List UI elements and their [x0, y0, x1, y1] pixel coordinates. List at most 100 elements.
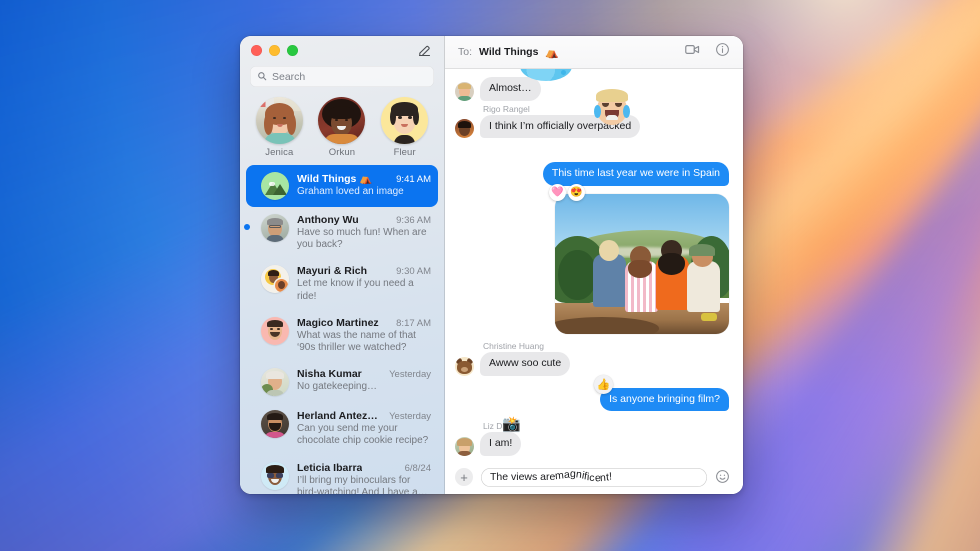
conversation-item-wild-things[interactable]: Wild Things ⛺ 9:41 AM Graham loved an im…: [246, 165, 438, 207]
message-input-effect-text: magnificent!: [554, 467, 613, 485]
camera-sticker-icon[interactable]: 📸: [502, 417, 521, 432]
conversation-top-line: Leticia Ibarra 6/8/24: [297, 462, 431, 474]
plus-icon[interactable]: +: [455, 468, 473, 486]
message-row: 🩷 😍: [455, 183, 729, 334]
avatar: [381, 97, 429, 144]
conversation-timestamp: 9:41 AM: [396, 174, 431, 185]
conversation-top-line: Wild Things ⛺ 9:41 AM: [297, 172, 431, 185]
message-input[interactable]: The views are magnificent!: [481, 468, 707, 487]
sidebar: Search Jenica Orkun Fleur Wild Things ⛺ …: [240, 36, 445, 494]
message-sender-group: Liz Dizon I am! 📸: [455, 417, 729, 456]
message-bubble[interactable]: Is anyone bringing film?: [600, 387, 729, 412]
tapback-reactions[interactable]: 🩷 😍: [549, 183, 585, 201]
avatar: [455, 436, 474, 456]
avatar: [255, 97, 303, 144]
search-icon: [257, 68, 267, 86]
tapback-heart[interactable]: 🩷: [549, 183, 566, 201]
conversation-top-line: Anthony Wu 9:36 AM: [297, 214, 431, 226]
conversation-item-nisha-kumar[interactable]: Nisha Kumar Yesterday No gatekeeping…: [246, 361, 438, 403]
tapback-thumbs-up[interactable]: 👍: [594, 374, 614, 394]
message-row: I think I’m officially overpacked: [455, 88, 729, 139]
avatar: [261, 368, 289, 397]
conversation-name: Herland Antezana: [297, 410, 384, 423]
conversation-name: Magico Martinez: [297, 316, 379, 329]
conversation-top-line: Nisha Kumar Yesterday: [297, 368, 431, 380]
message-bubble[interactable]: I am!: [480, 432, 522, 456]
info-circle-icon[interactable]: [715, 42, 730, 62]
recipient-name[interactable]: Wild Things: [479, 46, 538, 58]
avatar: [261, 410, 289, 439]
maximize-button[interactable]: [287, 44, 298, 56]
pinned-contact-jenica[interactable]: Jenica: [252, 97, 307, 158]
avatar: [261, 172, 289, 200]
conversation-body: Anthony Wu 9:36 AM Have so much fun! Whe…: [297, 214, 431, 251]
pinned-contact-orkun[interactable]: Orkun: [314, 97, 369, 158]
avatar: [318, 97, 366, 144]
search-container: Search: [240, 64, 444, 95]
conversation-preview: No gatekeeping…: [297, 381, 378, 393]
message-row: Awww soo cute: [455, 351, 729, 376]
photo-thumbnail[interactable]: [555, 193, 729, 334]
camping-tent-icon: ⛺: [359, 173, 373, 185]
pinned-contacts: Jenica Orkun Fleur: [240, 95, 444, 165]
search-placeholder: Search: [272, 70, 306, 83]
conversation-top-line: Mayuri & Rich 9:30 AM: [297, 265, 431, 277]
conversation-body: Mayuri & Rich 9:30 AM Let me know if you…: [297, 265, 431, 302]
conversation-item-mayuri-rich[interactable]: Mayuri & Rich 9:30 AM Let me know if you…: [246, 258, 438, 309]
smiley-face-icon[interactable]: [715, 469, 731, 485]
conversation-body: Leticia Ibarra 6/8/24 I’ll bring my bino…: [297, 462, 431, 495]
to-label: To:: [458, 46, 473, 58]
tapback-reactions[interactable]: 👍: [594, 374, 614, 394]
conversation-preview: Let me know if you need a ride!: [297, 278, 414, 302]
message-row: I am! 📸: [455, 417, 729, 456]
pinned-contact-label: Fleur: [393, 147, 416, 158]
message-sender-group: Christine Huang Awww soo cute: [455, 341, 729, 376]
conversation-item-magico-martinez[interactable]: Magico Martinez 8:17 AM What was the nam…: [246, 310, 438, 361]
compose-icon[interactable]: [415, 41, 433, 59]
pinned-contact-fleur[interactable]: Fleur: [377, 97, 432, 158]
tapback-heart-eyes[interactable]: 😍: [568, 183, 585, 201]
traffic-lights: [251, 44, 298, 56]
pinned-contact-label: Orkun: [328, 147, 356, 158]
conversation-body: Magico Martinez 8:17 AM What was the nam…: [297, 317, 431, 354]
avatar: [261, 316, 289, 345]
message-thread[interactable]: Almost… Rigo Rangel I think I’m official…: [445, 69, 743, 460]
minimize-button[interactable]: [269, 44, 280, 56]
messages-window: Search Jenica Orkun Fleur Wild Things ⛺ …: [240, 36, 743, 494]
message-input-text: The views are: [490, 471, 556, 483]
message-row: This time last year we were in Spain: [455, 162, 729, 186]
conversation-preview: What was the name of that ‘90s thriller …: [297, 329, 416, 353]
conversation-item-anthony-wu[interactable]: Anthony Wu 9:36 AM Have so much fun! Whe…: [244, 207, 438, 258]
search-input[interactable]: Search: [250, 66, 434, 87]
message-row: 👍 Is anyone bringing film?: [455, 374, 729, 412]
chat-pane: To: Wild Things ⛺ Almost… Rigo Rangel I …: [445, 36, 743, 494]
video-camera-icon[interactable]: [684, 41, 701, 63]
message-bubble[interactable]: This time last year we were in Spain: [542, 162, 729, 186]
conversation-top-line: Herland Antezana Yesterday: [297, 410, 431, 422]
conversation-body: Nisha Kumar Yesterday No gatekeeping…: [297, 368, 431, 393]
conversation-body: Wild Things ⛺ 9:41 AM Graham loved an im…: [297, 172, 431, 198]
memoji-laughing-crying-sticker[interactable]: [592, 88, 632, 128]
conversation-body: Herland Antezana Yesterday Can you send …: [297, 410, 431, 447]
photo-message[interactable]: 🩷 😍: [549, 183, 729, 334]
avatar: [261, 265, 289, 294]
message-bubble[interactable]: Awww soo cute: [480, 351, 571, 376]
avatar: [455, 119, 474, 139]
avatar: [261, 461, 289, 490]
message-sender-name: Christine Huang: [483, 340, 544, 351]
conversation-item-herland-antezana[interactable]: Herland Antezana Yesterday Can you send …: [246, 403, 438, 454]
conversation-preview: I’ll bring my binoculars for bird-watchi…: [297, 474, 418, 495]
header-actions: [684, 41, 730, 63]
partial-sticker-icon: [520, 69, 572, 82]
conversation-preview: Graham loved an image: [297, 186, 404, 197]
conversation-list[interactable]: Wild Things ⛺ 9:41 AM Graham loved an im…: [240, 165, 444, 494]
avatar: [455, 81, 474, 101]
conversation-item-leticia-ibarra[interactable]: Leticia Ibarra 6/8/24 I’ll bring my bino…: [246, 455, 438, 495]
conversation-timestamp: Yesterday: [389, 411, 431, 423]
conversation-timestamp: 6/8/24: [404, 462, 431, 474]
window-titlebar: [240, 36, 444, 64]
close-button[interactable]: [251, 44, 262, 56]
camping-tent-icon: ⛺: [545, 46, 560, 59]
conversation-timestamp: 9:30 AM: [396, 266, 431, 278]
chat-header: To: Wild Things ⛺: [445, 36, 743, 69]
